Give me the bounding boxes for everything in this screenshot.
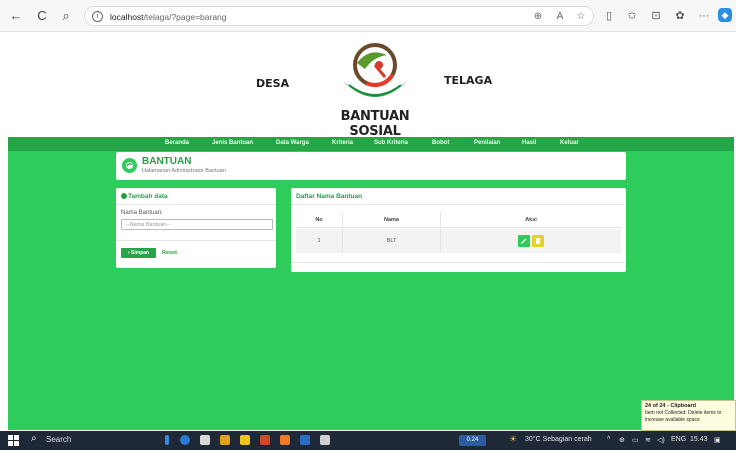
table-footer-line [291, 262, 626, 263]
table-row: 1 BLT [296, 229, 621, 253]
brand-title: BANTUAN SOSIAL [340, 109, 410, 139]
tray-chevron-icon[interactable]: ^ [607, 436, 610, 443]
copilot-icon[interactable]: ◆ [718, 8, 732, 22]
table-card-header: Daftar Nama Bantuan [291, 188, 626, 205]
search-icon[interactable]: ⌕ [58, 8, 74, 24]
url-text[interactable]: localhost/telaga/?page=barang [110, 12, 227, 22]
add-form-card: Tambah data Nama Bantuan: ▪ Simpan Reset [116, 188, 276, 268]
windows-start-icon[interactable] [8, 435, 19, 446]
form-card-header: Tambah data [116, 188, 276, 205]
nav-item-keluar[interactable]: Keluar [560, 140, 579, 146]
save-button[interactable]: ▪ Simpan [121, 248, 156, 258]
site-header: DESA TELAGA BANTUAN SOSIAL [8, 33, 734, 139]
folder-app-icon[interactable] [240, 435, 250, 445]
favorite-star-icon[interactable]: ☆ [575, 11, 587, 23]
nav-item-data-warga[interactable]: Data Warga [276, 140, 309, 146]
notification-title: 24 of 24 - Clipboard [645, 403, 697, 409]
language-indicator[interactable]: ENG [671, 436, 686, 443]
bantuan-logo-icon [122, 158, 137, 173]
nama-bantuan-input[interactable] [121, 219, 273, 230]
powerpoint-app-icon[interactable] [260, 435, 270, 445]
taskbar: ⌕ Search 0.24 ☀ 30°C Sebagian cerah ^ ⊕ … [0, 431, 736, 450]
word-app-icon[interactable] [300, 435, 310, 445]
cell-nama: BLT [342, 229, 440, 253]
nav-item-sub-kriteria[interactable]: Sub Kriteria [374, 140, 408, 146]
delete-button[interactable] [532, 235, 544, 247]
info-icon[interactable]: i [92, 11, 103, 22]
table-heading: Daftar Nama Bantuan [296, 193, 363, 200]
refresh-icon[interactable]: C [34, 8, 50, 24]
address-bar[interactable]: i localhost/telaga/?page=barang ⊕ A ☆ [84, 6, 594, 26]
pencil-icon [521, 238, 527, 244]
header-right-word: TELAGA [444, 74, 493, 87]
reset-button[interactable]: Reset [162, 248, 177, 258]
browser-toolbar: ← C ⌕ i localhost/telaga/?page=barang ⊕ … [0, 0, 736, 32]
nav-item-bobot[interactable]: Bobot [432, 140, 449, 146]
extensions-icon[interactable]: ✿ [672, 8, 688, 24]
office-app-icon[interactable] [280, 435, 290, 445]
collections-icon[interactable]: ⊡ [648, 8, 664, 24]
zoom-icon[interactable]: ⊕ [532, 11, 544, 23]
cell-no: 1 [317, 238, 321, 244]
taskbar-search-icon[interactable]: ⌕ [31, 433, 37, 444]
plus-circle-icon [121, 193, 127, 199]
nav-item-jenis-bantuan[interactable]: Jenis Bantuan [212, 140, 253, 146]
notification-center-icon[interactable]: ▣ [714, 436, 721, 444]
battery-icon[interactable]: ▭ [632, 436, 639, 444]
notepad-app-icon[interactable] [320, 435, 330, 445]
edit-button[interactable] [518, 235, 530, 247]
logo-icon [335, 41, 415, 107]
nav-item-beranda[interactable]: Beranda [165, 140, 189, 146]
table-header-row: No Nama Aksi [296, 212, 621, 228]
page-title-box: BANTUAN Halamanan Administrator Bantuan [116, 152, 626, 180]
wifi-icon[interactable]: ≋ [645, 436, 651, 444]
favorites-icon[interactable]: ✩ [624, 8, 640, 24]
taskbar-search[interactable]: Search [46, 435, 71, 444]
nav-item-hasil[interactable]: Hasil [522, 140, 536, 146]
split-screen-icon[interactable]: ▯ [601, 8, 617, 24]
file-explorer-app-icon[interactable] [220, 435, 230, 445]
url-host: localhost [110, 12, 144, 22]
edge-app-icon[interactable] [180, 435, 190, 445]
more-icon[interactable]: ··· [696, 8, 712, 24]
nama-bantuan-label: Nama Bantuan: [121, 210, 163, 216]
save-button-label: Simpan [131, 250, 150, 256]
save-icon: ▪ [127, 250, 130, 256]
column-header-aksi: Aksi [440, 212, 621, 227]
form-divider [116, 240, 276, 241]
bantuan-table-card: Daftar Nama Bantuan No Nama Aksi 1 BLT [291, 188, 626, 272]
weather-text[interactable]: 30°C Sebagian cerah [525, 436, 592, 443]
network-icon[interactable]: ⊕ [619, 436, 625, 444]
form-heading-text: Tambah data [128, 193, 168, 200]
cell-aksi [440, 229, 621, 253]
nav-item-penilaian[interactable]: Penilaian [474, 140, 500, 146]
form-heading: Tambah data [121, 193, 168, 200]
clipboard-notification[interactable]: 24 of 24 - Clipboard Item not Collected:… [641, 400, 736, 431]
nav-item-kriteria[interactable]: Kriteria [332, 140, 353, 146]
header-left-word: DESA [256, 77, 290, 90]
notification-body: Item not Collected: Delete items to incr… [645, 410, 722, 423]
taskview-app-icon[interactable] [200, 435, 210, 445]
page-background [8, 137, 734, 430]
taskbar-app-indicator [165, 435, 169, 445]
volume-icon[interactable]: ◁) [657, 436, 665, 444]
page-title: BANTUAN [142, 156, 192, 167]
read-aloud-icon[interactable]: A [554, 11, 566, 23]
column-header-no: No [315, 216, 323, 223]
url-path: /telaga/?page=barang [143, 12, 227, 22]
back-icon[interactable]: ← [8, 8, 24, 24]
trash-icon [535, 238, 541, 244]
column-header-nama: Nama [342, 212, 440, 227]
page-subtitle: Halamanan Administrator Bantuan [142, 168, 226, 174]
clock[interactable]: 15.43 [690, 436, 708, 443]
taskbar-badge[interactable]: 0.24 [459, 435, 486, 446]
weather-icon: ☀ [509, 434, 518, 444]
main-nav [8, 137, 734, 151]
